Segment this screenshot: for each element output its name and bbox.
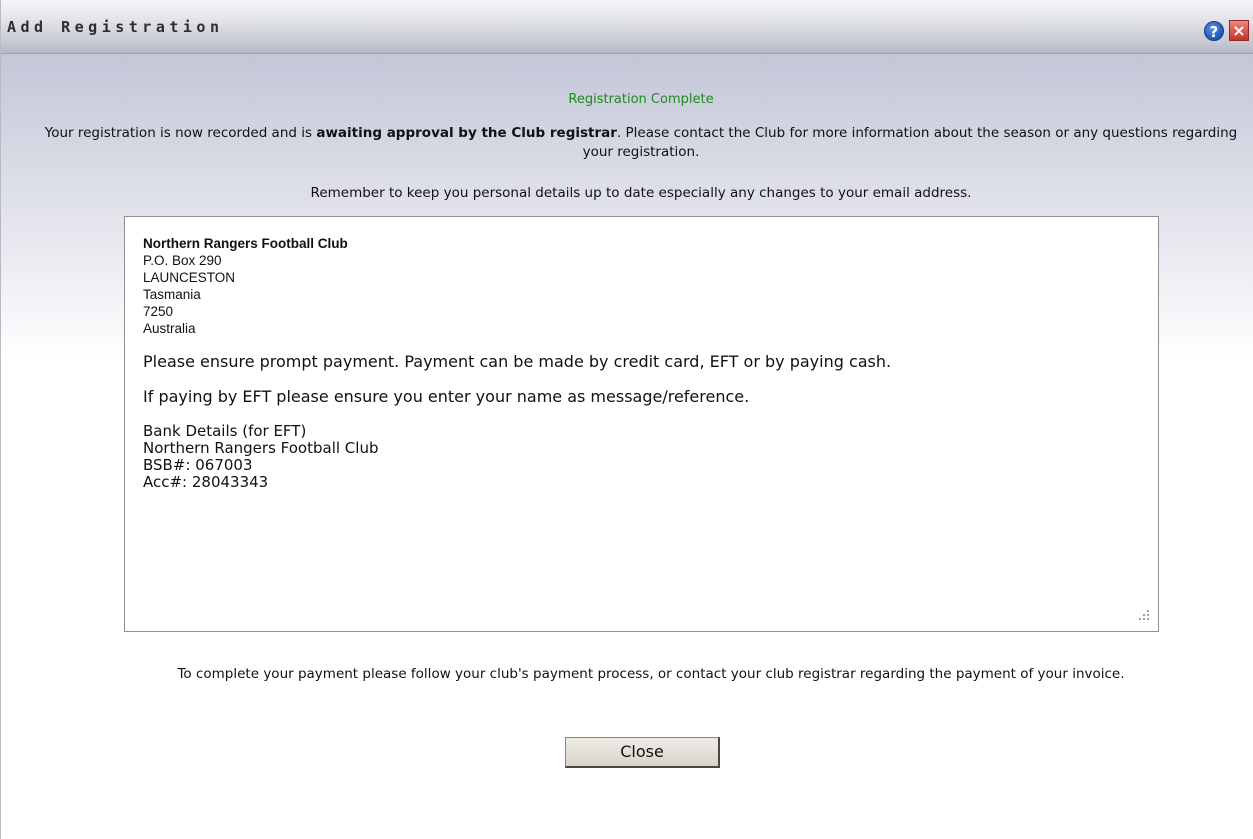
close-icon[interactable]: × [1229, 20, 1249, 41]
eft-note: If paying by EFT please ensure you enter… [143, 387, 750, 406]
bank-account-number: Acc#: 28043343 [143, 473, 269, 491]
status-message: Registration Complete [568, 92, 714, 107]
intro-text-part2: . Please contact the Club for more infor… [582, 125, 1238, 160]
bank-details: Bank Details (for EFT) Northern Rangers … [143, 423, 1140, 491]
club-info-box[interactable]: Northern Rangers Football Club P.O. Box … [124, 216, 1159, 632]
bank-details-heading: Bank Details (for EFT) [143, 422, 307, 440]
resize-grip-icon[interactable] [1138, 609, 1150, 621]
close-button[interactable]: Close [565, 737, 720, 768]
address-line-po-box: P.O. Box 290 [143, 253, 222, 268]
address-line-state: Tasmania [143, 287, 201, 302]
dialog-title: Add Registration [7, 18, 224, 36]
address-line-city: LAUNCESTON [143, 270, 236, 285]
dialog-titlebar: Add Registration ? × [1, 0, 1253, 54]
intro-text: Your registration is now recorded and is… [41, 124, 1241, 162]
club-name: Northern Rangers Football Club [143, 236, 348, 251]
payment-instructions: To complete your payment please follow y… [177, 666, 1125, 682]
help-icon[interactable]: ? [1204, 21, 1224, 41]
bank-account-name: Northern Rangers Football Club [143, 439, 379, 457]
address-line-country: Australia [143, 321, 196, 336]
reminder-text: Remember to keep you personal details up… [310, 185, 972, 201]
add-registration-dialog: Add Registration ? × Registration Comple… [0, 0, 1253, 839]
intro-text-part1: Your registration is now recorded and is [44, 125, 317, 141]
bank-bsb: BSB#: 067003 [143, 456, 253, 474]
payment-note: Please ensure prompt payment. Payment ca… [143, 352, 892, 371]
address-line-postcode: 7250 [143, 304, 174, 319]
intro-text-bold: awaiting approval by the Club registrar [316, 125, 617, 141]
